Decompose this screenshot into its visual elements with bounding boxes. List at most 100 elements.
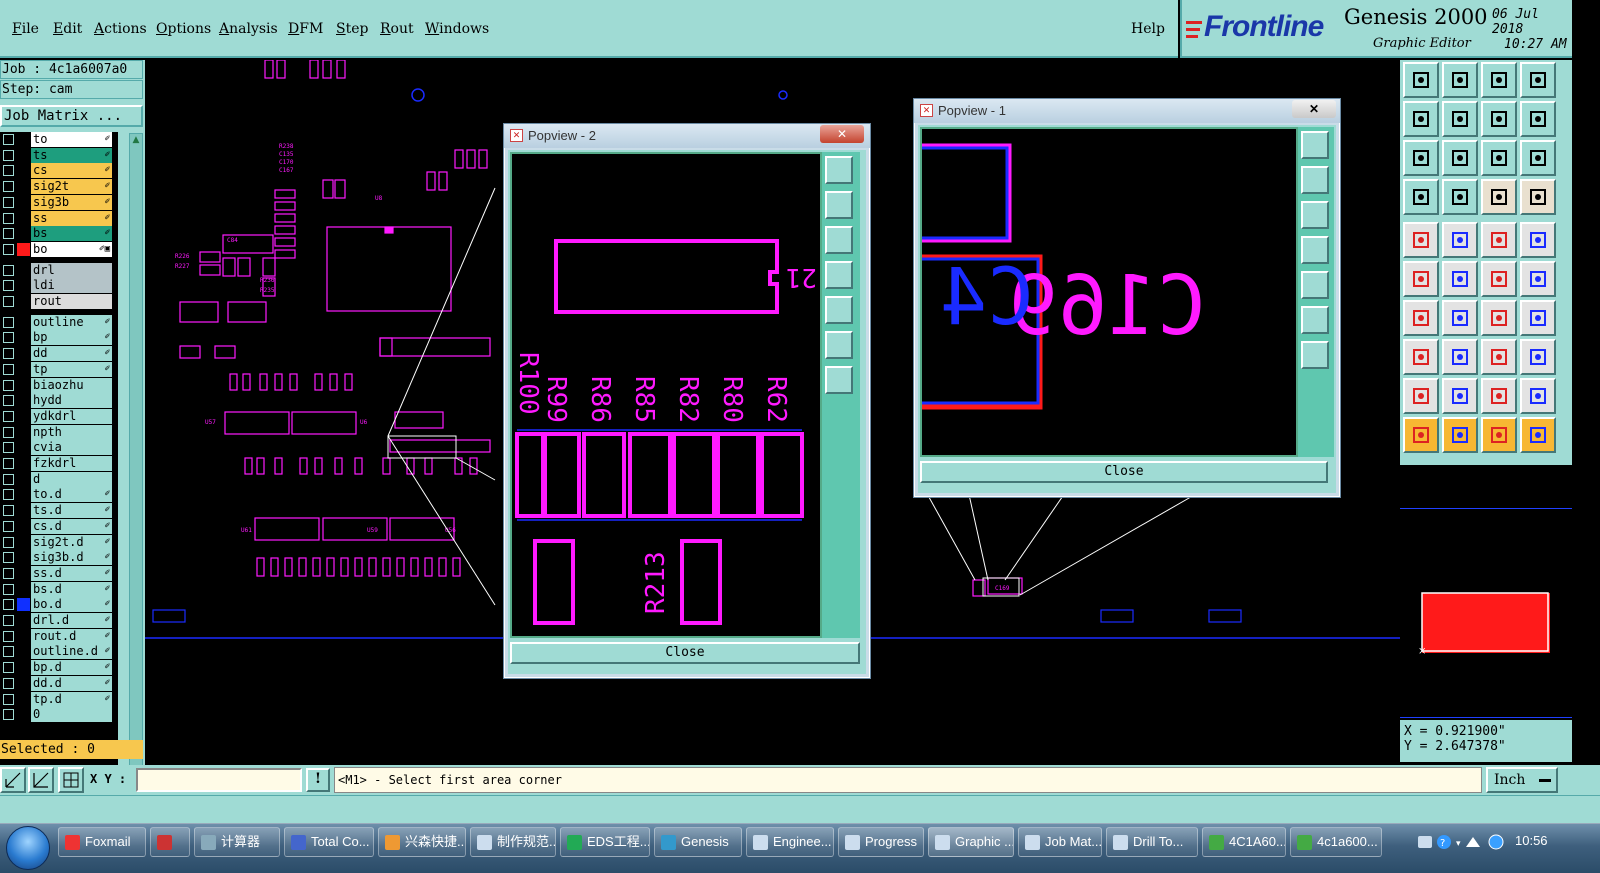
layer-checkbox[interactable] [3,473,14,485]
layer-checkbox[interactable] [3,662,14,674]
layer-name[interactable]: tp ✐ [31,361,112,377]
layer-row[interactable]: sig3b ✐ [0,194,118,210]
layer-name[interactable]: cs ✐ [31,163,112,179]
zoom-fit-icon[interactable] [1403,140,1439,176]
layer-color-swatch[interactable] [17,378,30,392]
box-icon[interactable] [1481,339,1517,375]
layer-color-swatch[interactable] [17,279,30,293]
popview-2-window[interactable]: ✕ Popview - 2 ✕ R100 R99 R86 R85 R82 R80… [503,123,871,679]
pan-left-icon[interactable] [1301,236,1329,264]
help-query-icon[interactable] [1520,140,1556,176]
layer-checkbox[interactable] [3,395,14,407]
layer-checkbox[interactable] [3,693,14,705]
mirror-icon[interactable] [1520,300,1556,336]
layer-name[interactable]: rout.d ✐ [31,628,112,644]
layer-row[interactable]: ss.d ✐ [0,565,118,581]
layer-color-swatch[interactable] [17,629,30,643]
zoom-in-icon[interactable] [825,331,853,359]
pan-down-icon[interactable] [1442,62,1478,98]
layer-name[interactable]: sig3b ✐ [31,194,112,210]
layer-name[interactable]: ss.d ✐ [31,565,112,581]
layer-checkbox[interactable] [3,458,14,469]
layer-checkbox[interactable] [3,646,14,658]
layer-checkbox[interactable] [3,410,14,422]
layer-name[interactable]: bp.d ✐ [31,660,112,676]
pan-right-icon[interactable] [1442,101,1478,137]
taskbar-item[interactable]: Drill To... [1106,827,1198,857]
layer-color-swatch[interactable] [17,263,30,277]
layer-name[interactable]: ts.d ✐ [31,503,112,519]
layer-name[interactable]: bs ✐ [31,226,112,242]
zoom-in-icon[interactable] [1301,306,1329,334]
taskbar-item[interactable]: 兴森快捷... [378,827,466,857]
layer-row[interactable]: dd.d ✐ [0,675,118,691]
pan-up-icon[interactable] [1403,62,1439,98]
start-button[interactable] [6,826,50,870]
layer-color-swatch[interactable] [17,519,30,533]
layer-color-swatch[interactable] [17,133,30,146]
layer-row[interactable]: sig3b.d ✐ [0,550,118,566]
layer-row[interactable]: drl.d ✐ [0,613,118,628]
feature-select-icon[interactable] [1481,179,1517,215]
layer-row[interactable]: to ✐ [0,132,118,147]
taskbar-item[interactable]: Foxmail [58,827,146,857]
surface-icon[interactable] [1442,378,1478,414]
scroll-up-icon[interactable]: ▲ [130,134,142,146]
layer-color-swatch[interactable] [17,535,30,549]
layer-checkbox[interactable] [3,583,14,595]
layer-checkbox[interactable] [3,599,14,611]
layer-name[interactable]: hydd [31,393,112,409]
taskbar-item[interactable]: Job Mat... [1018,827,1102,857]
layer-row[interactable]: outline ✐ [0,314,118,330]
layer-checkbox[interactable] [3,348,14,360]
pan-left-icon[interactable] [1403,101,1439,137]
pan-right-icon[interactable] [1301,271,1329,299]
layer-name[interactable]: outline.d ✐ [31,644,112,660]
layer-color-swatch[interactable] [17,582,30,596]
layer-row[interactable]: hydd [0,393,118,409]
layer-name[interactable]: biaozhu [31,377,112,393]
pan-left-icon[interactable] [825,261,853,289]
layer-color-swatch[interactable] [17,504,30,518]
layer-color-swatch[interactable] [17,347,30,361]
cross-icon[interactable] [1442,261,1478,297]
touch-icon[interactable] [1481,417,1517,453]
layer-row[interactable]: fzkdrl [0,456,118,471]
minus-icon[interactable] [1442,339,1478,375]
layer-name[interactable]: rout [31,294,112,309]
layer-name[interactable]: npth [31,424,112,440]
taskbar-item[interactable]: Total Co... [284,827,374,857]
layer-name[interactable]: drl.d ✐ [31,613,112,628]
layer-row[interactable]: cvia [0,440,118,456]
layer-name[interactable]: bp ✐ [31,330,112,346]
layer-row[interactable]: cs ✐ [0,163,118,179]
layer-color-swatch[interactable] [17,488,30,502]
menu-rout[interactable]: Rout [374,21,425,37]
layer-color-swatch[interactable] [17,708,30,722]
layer-checkbox[interactable] [3,536,14,548]
layer-color-swatch[interactable] [17,441,30,455]
layer-checkbox[interactable] [3,709,14,721]
layer-row[interactable]: rout.d ✐ [0,628,118,644]
layer-color-swatch[interactable] [17,614,30,627]
layer-color-swatch[interactable] [17,242,30,256]
layer-name[interactable]: sig3b.d ✐ [31,550,112,566]
layer-name[interactable]: sig2t.d ✐ [31,534,112,550]
line-add-icon[interactable] [1442,222,1478,258]
layer-color-swatch[interactable] [17,211,30,225]
route-icon[interactable] [1520,417,1556,453]
measure-mode-icon[interactable] [28,767,54,793]
layer-name[interactable]: sig2t ✐ [31,179,112,195]
layer-color-swatch[interactable] [17,148,30,162]
layer-checkbox[interactable] [3,489,14,501]
pad-add-icon[interactable] [1403,222,1439,258]
layers-icon[interactable] [1520,101,1556,137]
arc-icon[interactable] [1481,261,1517,297]
layer-checkbox[interactable] [3,316,14,328]
taskbar-item[interactable]: 4C1A60... [1202,827,1286,857]
menu-windows[interactable]: Windows [419,21,500,37]
layer-checkbox[interactable] [3,332,14,344]
taskbar-item[interactable]: Graphic ... [928,827,1014,857]
popview-1-close-button[interactable]: Close [920,461,1328,483]
layer-row[interactable]: ydkdrl [0,408,118,424]
